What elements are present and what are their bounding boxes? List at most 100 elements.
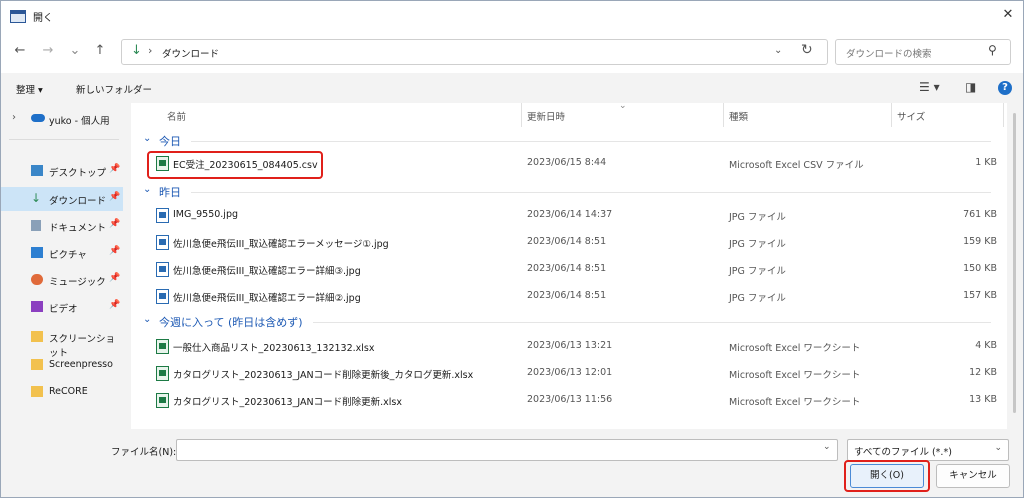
file-date: 2023/06/14 8:51 [527, 236, 607, 247]
sidebar-item-screenpresso[interactable]: Screenpresso [1, 353, 123, 377]
file-row[interactable]: IMG_9550.jpg 2023/06/14 14:37 JPG ファイル 7… [131, 202, 1007, 228]
sidebar-item-recore[interactable]: ReCORE [1, 380, 123, 404]
sidebar-item-desktop[interactable]: デスクトップ 📌 [1, 159, 123, 183]
filename-input[interactable] [176, 439, 838, 461]
recent-locations-button[interactable]: ⌄ [65, 41, 85, 61]
excel-file-icon [156, 366, 169, 381]
file-row[interactable]: 一般仕入商品リスト_20230613_132132.xlsx 2023/06/1… [131, 333, 1007, 359]
address-bar[interactable]: ↓ › ダウンロード ⌄ [121, 39, 828, 65]
file-row[interactable]: カタログリスト_20230613_JANコード削除更新.xlsx 2023/06… [131, 387, 1007, 413]
image-file-icon [156, 208, 169, 223]
image-file-icon [156, 289, 169, 304]
new-folder-button[interactable]: 新しいフォルダー [76, 82, 152, 96]
view-options-icon[interactable]: ☰ ▾ [919, 80, 940, 94]
desktop-icon [31, 165, 43, 176]
file-type: Microsoft Excel ワークシート [729, 397, 861, 408]
close-icon[interactable]: ✕ [997, 5, 1019, 25]
divider [9, 139, 119, 140]
window-app-icon [10, 10, 26, 23]
chevron-down-icon[interactable]: ⌄ [143, 184, 151, 195]
cancel-button[interactable]: キャンセル [936, 464, 1010, 488]
folder-icon [31, 359, 43, 370]
vertical-scrollbar[interactable] [1007, 103, 1023, 429]
sidebar-item-label: ミュージック [49, 277, 106, 288]
sidebar-item-label: Screenpresso [49, 359, 113, 370]
file-name: IMG_9550.jpg [173, 209, 239, 220]
chevron-down-icon[interactable]: ⌄ [823, 442, 831, 452]
sidebar-item-documents[interactable]: ドキュメント 📌 [1, 214, 123, 238]
excel-file-icon [156, 339, 169, 354]
sidebar-item-label: ピクチャ [49, 250, 87, 261]
file-name: カタログリスト_20230613_JANコード削除更新後_カタログ更新.xlsx [173, 370, 474, 381]
file-type: JPG ファイル [729, 239, 786, 250]
file-row[interactable]: カタログリスト_20230613_JANコード削除更新後_カタログ更新.xlsx… [131, 360, 1007, 386]
refresh-icon[interactable]: ↻ [801, 42, 813, 58]
chevron-down-icon[interactable]: ⌄ [994, 443, 1002, 453]
column-divider[interactable] [521, 103, 522, 127]
chevron-right-icon[interactable]: › [12, 112, 16, 123]
file-row[interactable]: 佐川急便e飛伝III_取込確認エラー詳細③.jpg 2023/06/14 8:5… [131, 256, 1007, 282]
group-header-today[interactable]: ⌄ 今日 [131, 130, 1007, 150]
column-header-size[interactable]: サイズ [897, 109, 925, 123]
file-list: 名前 ⌄ 更新日時 種類 サイズ ⌄ 今日 EC受注_20230615_0844… [131, 101, 1007, 429]
file-type-select[interactable]: すべてのファイル (*.*) ⌄ [847, 439, 1009, 461]
search-icon[interactable]: ⚲ [988, 43, 997, 57]
pin-icon: 📌 [109, 273, 121, 283]
preview-pane-icon[interactable]: ◨ [965, 80, 976, 94]
annotation-highlight [844, 460, 930, 492]
chevron-down-icon[interactable]: ⌄ [143, 314, 151, 325]
file-date: 2023/06/15 8:44 [527, 157, 607, 168]
column-header-name[interactable]: 名前 [167, 109, 186, 123]
file-date: 2023/06/14 14:37 [527, 209, 613, 220]
search-input[interactable]: ダウンロードの検索 [846, 46, 932, 60]
chevron-down-icon[interactable]: ⌄ [774, 45, 782, 56]
file-type: Microsoft Excel ワークシート [729, 343, 861, 354]
download-icon: ↓ [31, 191, 42, 205]
document-icon [31, 220, 41, 231]
up-folder-button[interactable]: ↑ [90, 41, 110, 61]
column-header-type[interactable]: 種類 [729, 109, 748, 123]
file-date: 2023/06/13 13:21 [527, 340, 613, 351]
pictures-icon [31, 247, 43, 258]
sidebar-item-onedrive[interactable]: › yuko - 個人用 [1, 107, 123, 131]
file-type: Microsoft Excel CSV ファイル [729, 160, 864, 171]
sidebar-item-videos[interactable]: ビデオ 📌 [1, 295, 123, 319]
file-size: 4 KB [975, 340, 997, 351]
group-label: 今日 [159, 135, 181, 148]
sidebar-item-screenshots[interactable]: スクリーンショット [1, 325, 123, 359]
search-box[interactable]: ダウンロードの検索 ⚲ [835, 39, 1011, 65]
chevron-down-icon[interactable]: ⌄ [143, 133, 151, 144]
column-divider[interactable] [723, 103, 724, 127]
download-arrow-icon: ↓ [131, 43, 142, 58]
sidebar-item-pictures[interactable]: ピクチャ 📌 [1, 241, 123, 265]
file-type: JPG ファイル [729, 266, 786, 277]
group-header-yesterday[interactable]: ⌄ 昨日 [131, 181, 1007, 201]
image-file-icon [156, 262, 169, 277]
excel-file-icon [156, 393, 169, 408]
help-icon[interactable]: ? [998, 81, 1012, 95]
navigation-pane: › yuko - 個人用 デスクトップ 📌 ↓ ダウンロード 📌 ドキュメント … [1, 103, 126, 429]
sort-chevron-icon: ⌄ [619, 101, 627, 111]
file-size: 761 KB [963, 209, 997, 220]
file-row[interactable]: 佐川急便e飛伝III_取込確認エラーメッセージ①.jpg 2023/06/14 … [131, 229, 1007, 255]
back-button[interactable]: ← [10, 41, 30, 61]
column-header-date[interactable]: 更新日時 [527, 109, 565, 123]
column-divider[interactable] [1003, 103, 1004, 127]
file-row[interactable]: 佐川急便e飛伝III_取込確認エラー詳細②.jpg 2023/06/14 8:5… [131, 283, 1007, 309]
group-header-this-week[interactable]: ⌄ 今週に入って (昨日は含めず) [131, 311, 1007, 331]
file-name: 佐川急便e飛伝III_取込確認エラー詳細②.jpg [173, 293, 361, 304]
scrollbar-thumb[interactable] [1013, 113, 1016, 413]
file-size: 157 KB [963, 290, 997, 301]
file-name: 一般仕入商品リスト_20230613_132132.xlsx [173, 343, 375, 354]
breadcrumb-downloads[interactable]: ダウンロード [162, 46, 219, 60]
column-divider[interactable] [891, 103, 892, 127]
sidebar-item-downloads[interactable]: ↓ ダウンロード 📌 [1, 187, 123, 211]
organize-button[interactable]: 整理 ▾ [16, 82, 43, 96]
sidebar-item-music[interactable]: ミュージック 📌 [1, 268, 123, 292]
video-icon [31, 301, 43, 312]
file-name: カタログリスト_20230613_JANコード削除更新.xlsx [173, 397, 402, 408]
file-size: 12 KB [969, 367, 997, 378]
forward-button[interactable]: → [38, 41, 58, 61]
music-icon [31, 274, 43, 285]
file-date: 2023/06/13 12:01 [527, 367, 613, 378]
